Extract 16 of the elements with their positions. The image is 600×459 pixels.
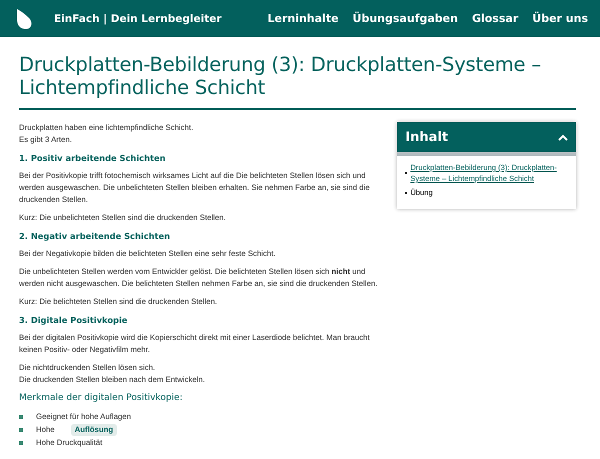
chevron-up-icon[interactable] xyxy=(558,134,568,140)
nav-link[interactable]: Glossar xyxy=(472,12,518,25)
section-heading: 2. Negativ arbeitende Schichten xyxy=(19,230,172,242)
logo-icon[interactable] xyxy=(14,6,34,30)
nav-link[interactable]: Über uns xyxy=(532,12,588,25)
bullet-icon xyxy=(19,440,23,444)
toc-header[interactable]: Inhalt xyxy=(397,122,576,156)
nav-link[interactable]: Übungsaufgaben xyxy=(352,12,458,25)
section-heading: 3. Digitale Positivkopie xyxy=(19,314,128,326)
nav-link[interactable]: Lerninhalte xyxy=(267,12,339,25)
section-heading: 1. Positiv arbeitende Schichten xyxy=(19,152,167,164)
subheading: Merkmale der digitalen Positivkopie: xyxy=(19,392,184,404)
page-title: Druckplatten-Bebilderung (3): Druckplatten-Systeme – Lichtempfindliche Schicht xyxy=(19,49,576,110)
bullet-icon xyxy=(19,414,23,418)
site-name[interactable]: EinFach | Dein Lernbegleiter xyxy=(54,12,268,24)
bullet-icon xyxy=(19,428,23,432)
